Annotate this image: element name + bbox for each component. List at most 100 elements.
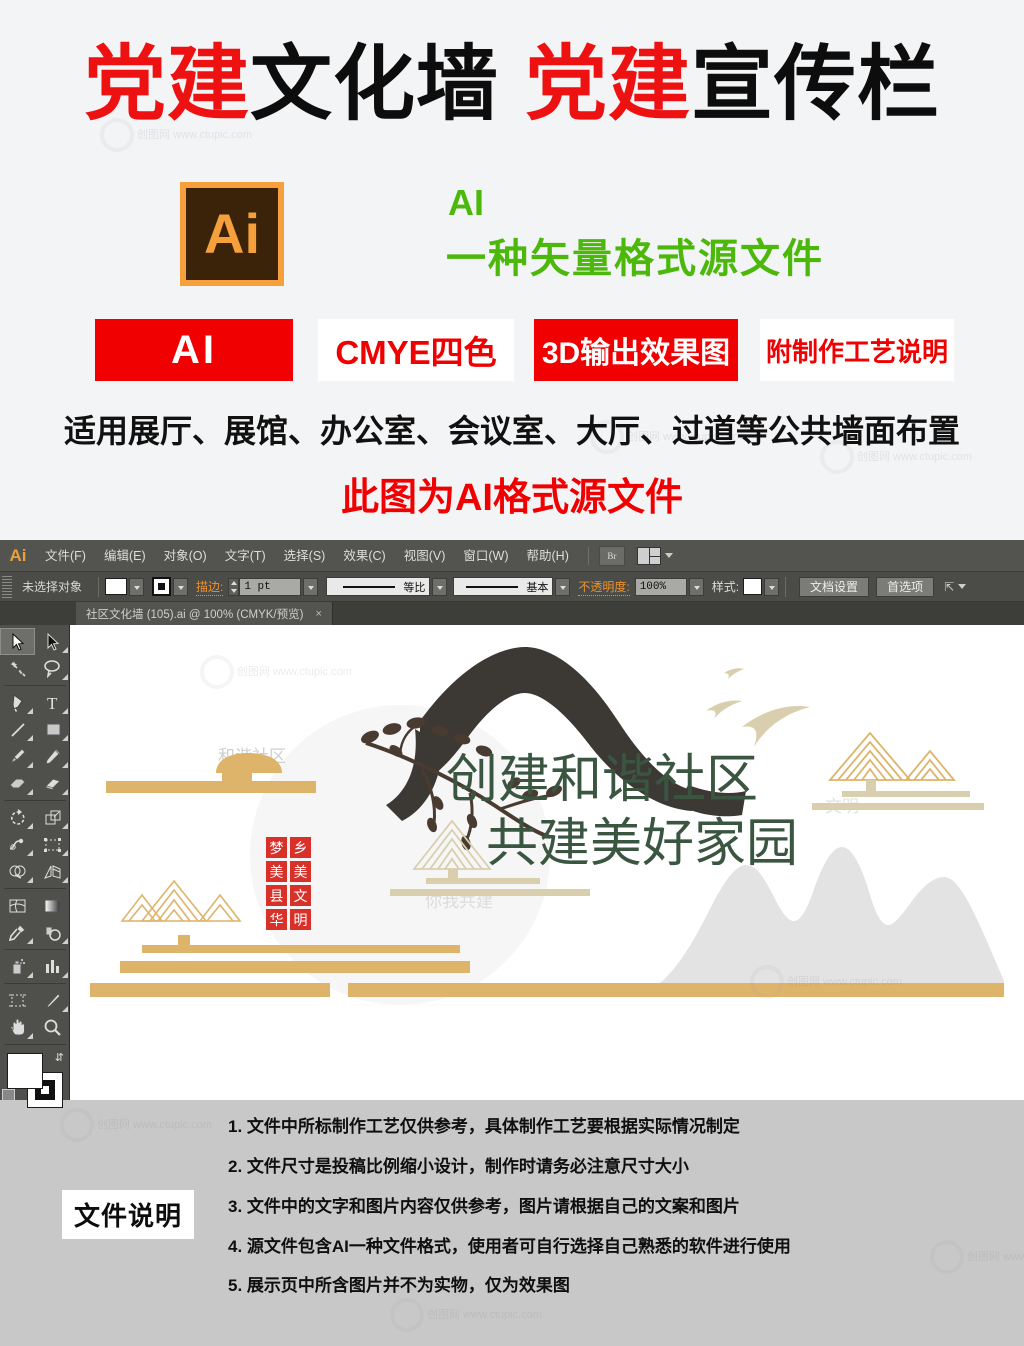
watermark-ring-icon xyxy=(60,1108,94,1142)
stroke-profile-dropdown-icon[interactable] xyxy=(432,577,448,596)
scale-tool[interactable] xyxy=(35,804,70,831)
stroke-color-swatch[interactable] xyxy=(152,577,172,596)
pencil-tool[interactable] xyxy=(35,743,70,770)
stroke-label[interactable]: 描边: xyxy=(196,578,224,596)
illustrator-app-icon: Ai xyxy=(9,545,27,565)
canvas-area[interactable]: 和谐社区 你我共建 文明 xyxy=(70,625,1024,1100)
perspective-grid-tool[interactable] xyxy=(35,858,70,885)
opacity-input[interactable]: 100% xyxy=(634,577,687,596)
graphic-style-dropdown-icon[interactable] xyxy=(764,577,780,596)
menu-type[interactable]: 文字(T) xyxy=(216,540,275,572)
note-item: 1. 文件中所标制作工艺仅供参考，具体制作工艺要根据实际情况制定 xyxy=(228,1117,740,1136)
feature-badge-process: 附制作工艺说明 xyxy=(760,319,954,381)
fill-color-swatch[interactable] xyxy=(105,578,128,595)
ai-format-label: AI xyxy=(448,182,484,223)
direct-selection-tool[interactable] xyxy=(35,628,70,655)
selection-tool[interactable] xyxy=(0,628,35,655)
type-tool[interactable]: T xyxy=(35,689,70,716)
transform-arrow-icon[interactable]: ⇱ xyxy=(944,580,954,594)
lasso-tool[interactable] xyxy=(35,655,70,682)
illustrator-logo-text: Ai xyxy=(204,202,260,265)
opacity-dropdown-icon[interactable] xyxy=(688,577,704,596)
document-tab-title: 社区文化墙 (105).ai @ 100% (CMYK/预览) xyxy=(86,608,304,621)
control-bar-grip[interactable] xyxy=(2,575,12,598)
graphic-style-swatch[interactable] xyxy=(743,578,763,595)
bridge-icon[interactable]: Br xyxy=(598,545,625,566)
document-setup-button[interactable]: 文档设置 xyxy=(799,576,870,597)
profile-line-icon xyxy=(343,585,396,588)
close-icon[interactable]: × xyxy=(315,608,321,620)
zoom-tool[interactable] xyxy=(35,1014,70,1041)
magic-wand-tool[interactable] xyxy=(0,655,35,682)
slice-tool[interactable] xyxy=(35,987,70,1014)
brush-dropdown-icon[interactable] xyxy=(555,577,571,596)
brush-line-icon xyxy=(466,585,519,588)
feature-badge-ai: AI xyxy=(95,319,293,381)
free-transform-tool[interactable] xyxy=(35,831,70,858)
file-description-label: 文件说明 xyxy=(62,1190,195,1239)
shape-builder-tool[interactable] xyxy=(0,858,35,885)
promo-source-file-text: 此图为AI格式源文件 xyxy=(340,477,683,519)
line-segment-tool[interactable] xyxy=(0,716,35,743)
symbol-sprayer-tool[interactable] xyxy=(0,953,35,980)
menu-file[interactable]: 文件(F) xyxy=(36,540,95,572)
paintbrush-tool[interactable] xyxy=(0,743,35,770)
control-bar-overflow-icon[interactable] xyxy=(958,584,967,589)
menu-object[interactable]: 对象(O) xyxy=(155,540,216,572)
blend-tool[interactable] xyxy=(35,919,70,946)
menu-select[interactable]: 选择(S) xyxy=(275,540,335,572)
page-title-part-2: 文化墙 xyxy=(249,39,499,130)
rotate-tool[interactable] xyxy=(0,804,35,831)
stroke-dropdown-icon[interactable] xyxy=(173,577,189,596)
page-title-part-4: 宣传栏 xyxy=(691,39,941,130)
gradient-tool[interactable] xyxy=(35,892,70,919)
menu-view[interactable]: 视图(V) xyxy=(395,540,455,572)
stroke-width-input[interactable]: 1 pt xyxy=(239,577,302,596)
chevron-down-icon[interactable] xyxy=(664,553,673,558)
width-tool[interactable] xyxy=(0,831,35,858)
pen-tool[interactable] xyxy=(0,689,35,716)
stroke-profile-select[interactable]: 等比 xyxy=(326,577,431,596)
svg-text:美: 美 xyxy=(270,864,284,880)
note-item: 5. 展示页中所含图片并不为实物，仅为效果图 xyxy=(228,1276,570,1296)
svg-text:美: 美 xyxy=(294,864,308,880)
fill-swatch[interactable] xyxy=(7,1053,43,1089)
opacity-label[interactable]: 不透明度: xyxy=(578,578,630,596)
menu-help[interactable]: 帮助(H) xyxy=(518,540,578,572)
note-item: 2. 文件尺寸是投稿比例缩小设计，制作时请务必注意尺寸大小 xyxy=(228,1156,689,1176)
workspace-layout-icon[interactable] xyxy=(636,546,661,565)
column-graph-tool[interactable] xyxy=(35,953,70,980)
brush-definition-select[interactable]: 基本 xyxy=(453,577,554,596)
stroke-width-dropdown-icon[interactable] xyxy=(303,577,319,596)
control-bar: 未选择对象 描边: 1 pt 等比 基本 不透明度: 100% 样式: 文档设置 xyxy=(0,572,1024,602)
hand-tool[interactable] xyxy=(0,1014,35,1041)
mesh-tool[interactable] xyxy=(0,892,35,919)
fill-dropdown-icon[interactable] xyxy=(129,577,145,596)
preferences-button[interactable]: 首选项 xyxy=(876,576,935,597)
ai-format-description: 一种矢量格式源文件 xyxy=(446,237,824,281)
swap-fill-stroke-icon[interactable]: ⇵ xyxy=(55,1051,64,1064)
eraser-tool[interactable] xyxy=(35,770,70,797)
notes-list: 1. 文件中所标制作工艺仅供参考，具体制作工艺要根据实际情况制定 2. 文件尺寸… xyxy=(228,1118,1008,1317)
document-tab-bar: 社区文化墙 (105).ai @ 100% (CMYK/预览) × xyxy=(0,602,1024,625)
note-item: 3. 文件中的文字和图片内容仅供参考，图片请根据自己的文案和图片 xyxy=(228,1196,740,1216)
stroke-width-stepper[interactable] xyxy=(228,577,240,596)
divider xyxy=(785,576,787,597)
menu-effect[interactable]: 效果(C) xyxy=(334,540,394,572)
artwork-headline-line2: 共建美好家园 xyxy=(486,815,798,873)
menu-edit[interactable]: 编辑(E) xyxy=(95,540,155,572)
blob-brush-tool[interactable] xyxy=(0,770,35,797)
page-title: 党建文化墙 党建宣传栏 xyxy=(0,44,1024,126)
rectangle-tool[interactable] xyxy=(35,716,70,743)
menu-window[interactable]: 窗口(W) xyxy=(454,540,517,572)
artboard-tool[interactable] xyxy=(0,987,35,1014)
eyedropper-tool[interactable] xyxy=(0,919,35,946)
menu-bar: Ai 文件(F) 编辑(E) 对象(O) 文字(T) 选择(S) 效果(C) 视… xyxy=(0,540,1024,572)
promo-usage-text: 适用展厅、展馆、办公室、会议室、大厅、过道等公共墙面布置 xyxy=(63,413,960,449)
watermark: 创图网 www.ctupic.com xyxy=(60,1108,212,1142)
document-tab[interactable]: 社区文化墙 (105).ai @ 100% (CMYK/预览) × xyxy=(76,602,333,625)
illustrator-logo-badge: Ai xyxy=(180,182,284,286)
note-item: 4. 源文件包含AI一种文件格式，使用者可自行选择自己熟悉的软件进行使用 xyxy=(228,1236,791,1256)
style-label: 样式: xyxy=(711,580,740,594)
feature-badge-cmyk: CMYE四色 xyxy=(318,319,514,381)
